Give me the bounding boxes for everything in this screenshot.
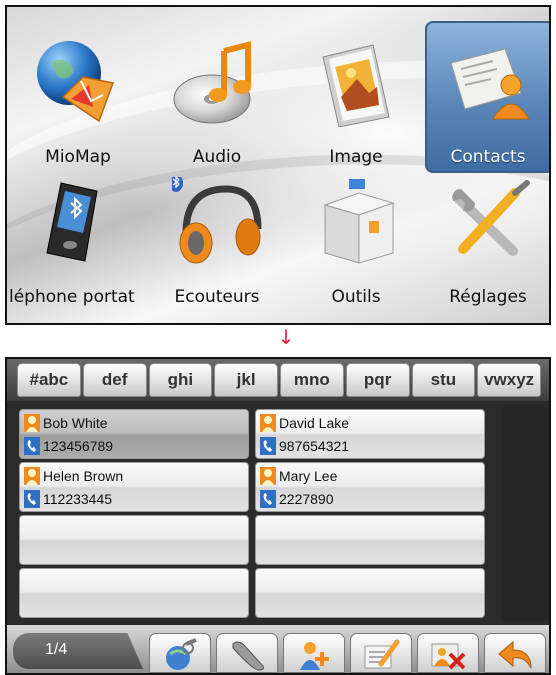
contact-number: 123456789	[43, 438, 114, 454]
back-button[interactable]	[484, 633, 546, 673]
contact-number: 987654321	[279, 438, 350, 454]
menu-label: Ecouteurs	[174, 287, 260, 307]
tab-stu[interactable]: stu	[411, 363, 476, 397]
wrench-screwdriver-icon	[452, 180, 530, 256]
scroll-panel[interactable]	[501, 407, 547, 621]
contact-cell[interactable]: David Lake 987654321	[255, 409, 485, 459]
contacts-screen: #abc def ghi jkl mno pqr stu vwxyz Bob W…	[5, 357, 551, 675]
contact-cell[interactable]: Bob White 123456789	[19, 409, 249, 459]
phone-number-icon	[24, 437, 40, 455]
tab-vwxyz[interactable]: vwxyz	[477, 363, 541, 397]
phone-handset-icon	[232, 641, 264, 671]
contact-number: 112233445	[43, 491, 113, 507]
phone-number-icon	[260, 490, 276, 508]
contacts-card-icon	[450, 48, 530, 120]
menu-label: léphone portat	[9, 287, 135, 307]
empty-contact-cell[interactable]	[19, 568, 249, 618]
edit-contact-button[interactable]	[350, 633, 412, 673]
tab-abc[interactable]: #abc	[17, 363, 81, 397]
menu-tile-settings[interactable]: Réglages	[421, 159, 549, 307]
empty-contact-cell[interactable]	[19, 515, 249, 565]
back-arrow-icon	[498, 640, 532, 669]
edit-note-icon	[364, 639, 400, 669]
delete-contact-icon	[431, 643, 466, 670]
bluetooth-phone-icon	[46, 182, 98, 262]
phone-number-icon	[24, 490, 40, 508]
empty-contact-cell[interactable]	[255, 568, 485, 618]
person-icon	[24, 414, 40, 432]
globe-map-icon	[37, 41, 115, 123]
menu-tile-phone[interactable]: léphone portat	[9, 159, 145, 307]
contact-cell[interactable]: Mary Lee 2227890	[255, 462, 485, 512]
tab-pqr[interactable]: pqr	[345, 363, 410, 397]
menu-tile-contacts[interactable]: Contacts	[421, 19, 549, 173]
menu-tile-headphones[interactable]: Ecouteurs	[150, 159, 284, 307]
menu-label: Réglages	[449, 287, 527, 307]
person-icon	[24, 467, 40, 485]
transition-arrow: ↓	[277, 325, 295, 349]
music-disc-icon	[173, 41, 251, 124]
menu-tile-miomap[interactable]: MioMap	[11, 19, 145, 167]
add-contact-icon	[300, 642, 329, 670]
page-indicator: 1/4	[13, 633, 143, 669]
menu-tile-image[interactable]: Image	[289, 19, 423, 167]
contact-number: 2227890	[279, 491, 334, 507]
menu-label: Outils	[331, 287, 381, 307]
call-button[interactable]	[216, 633, 278, 673]
contact-cell[interactable]: Helen Brown 112233445	[19, 462, 249, 512]
phone-number-icon	[260, 437, 276, 455]
contact-name: Mary Lee	[279, 468, 338, 484]
tab-mno[interactable]: mno	[280, 363, 344, 397]
menu-tile-tools[interactable]: Outils	[289, 159, 423, 307]
empty-contact-cell[interactable]	[255, 515, 485, 565]
tab-def[interactable]: def	[82, 363, 147, 397]
delete-contact-button[interactable]	[417, 633, 479, 673]
tab-jkl[interactable]: jkl	[214, 363, 278, 397]
main-menu-screen: MioMap Audio Image Contacts léphone port…	[5, 5, 551, 325]
contact-name: Bob White	[43, 415, 108, 431]
bottom-toolbar: 1/4	[7, 625, 549, 673]
add-contact-button[interactable]	[283, 633, 345, 673]
contact-name: David Lake	[279, 415, 350, 431]
search-globe-button[interactable]	[149, 633, 211, 673]
bluetooth-headphones-icon	[172, 177, 262, 264]
contact-grid: Bob White 123456789 David Lake 987654321…	[17, 407, 499, 621]
page-number: 1/4	[45, 641, 68, 658]
alphabet-tab-bar: #abc def ghi jkl mno pqr stu vwxyz	[7, 359, 549, 401]
tab-ghi[interactable]: ghi	[148, 363, 213, 397]
toolbox-icon	[323, 179, 395, 264]
menu-tile-audio[interactable]: Audio	[150, 19, 284, 167]
person-icon	[260, 414, 276, 432]
contact-name: Helen Brown	[43, 468, 124, 484]
picture-frame-icon	[322, 44, 390, 127]
person-icon	[260, 467, 276, 485]
globe-search-icon	[166, 638, 197, 670]
